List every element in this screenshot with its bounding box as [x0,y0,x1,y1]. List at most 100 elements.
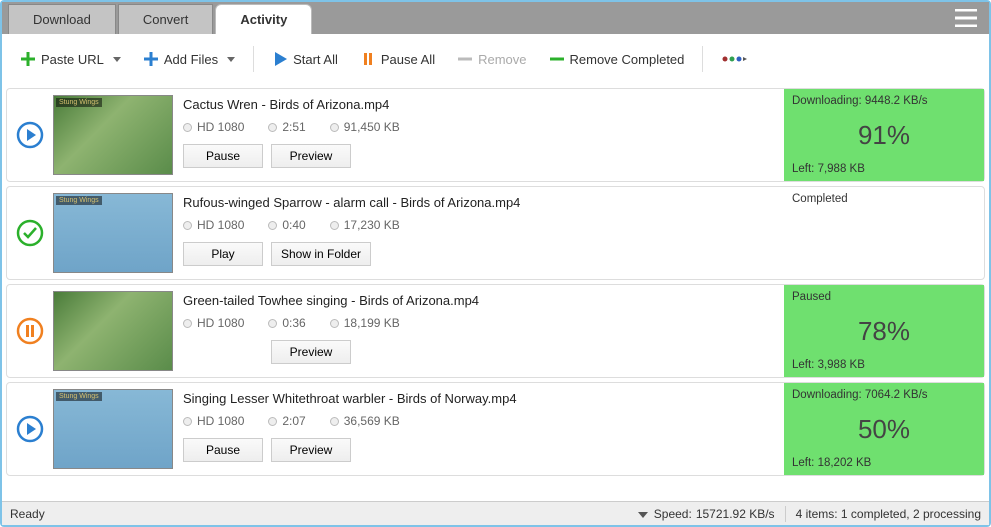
pause-icon [360,51,376,67]
chevron-down-icon [227,57,235,62]
list-item: Stung Wings Singing Lesser Whitethroat w… [6,382,985,476]
meta-duration: 2:51 [268,120,305,134]
dots-icon [721,53,749,65]
list-item: Stung Wings Rufous-winged Sparrow - alar… [6,186,985,280]
remove-button: Remove [449,48,534,71]
watermark: Stung Wings [56,196,102,205]
pause-button[interactable]: Pause [183,438,263,462]
meta-size: 36,569 KB [330,414,400,428]
item-actions: Preview [183,340,774,364]
item-actions: Pause Preview [183,144,774,168]
status-icon [7,89,53,181]
meta-size: 91,450 KB [330,120,400,134]
item-body: Singing Lesser Whitethroat warbler - Bir… [173,383,784,475]
paste-url-label: Paste URL [41,52,104,67]
pause-all-button[interactable]: Pause All [352,47,443,71]
dot-icon [330,123,339,132]
tab-convert[interactable]: Convert [118,4,214,34]
dot-icon [183,221,192,230]
item-title: Green-tailed Towhee singing - Birds of A… [183,293,774,308]
status-bar: Ready Speed: 15721.92 KB/s 4 items: 1 co… [2,501,989,525]
play-button[interactable]: Play [183,242,263,266]
separator [785,506,786,522]
thumbnail: Stung Wings [53,389,173,469]
meta-quality: HD 1080 [183,414,244,428]
separator [702,46,703,72]
separator [253,46,254,72]
down-arrow-icon [636,507,650,521]
paste-url-button[interactable]: Paste URL [12,47,129,71]
item-actions: Pause Preview [183,438,774,462]
speed-label: Speed: [654,507,692,521]
minus-icon [549,55,565,63]
status-left: Left: 18,202 KB [784,457,984,469]
status-panel: Paused 78% Left: 3,988 KB [784,285,984,377]
item-meta: HD 1080 2:51 91,450 KB [183,120,774,134]
item-body: Green-tailed Towhee singing - Birds of A… [173,285,784,377]
status-left: Left: 3,988 KB [784,359,984,371]
tab-bar: Download Convert Activity [2,2,989,34]
pause-button[interactable]: Pause [183,144,263,168]
meta-size: 17,230 KB [330,218,400,232]
item-actions: Play Show in Folder [183,242,774,266]
preview-button[interactable]: Preview [271,144,351,168]
status-top: Paused [784,291,984,303]
tab-download[interactable]: Download [8,4,116,34]
item-title: Rufous-winged Sparrow - alarm call - Bir… [183,195,774,210]
preview-button[interactable]: Preview [271,340,351,364]
item-title: Cactus Wren - Birds of Arizona.mp4 [183,97,774,112]
thumbnail: Stung Wings [53,95,173,175]
dot-icon [330,319,339,328]
meta-size: 18,199 KB [330,316,400,330]
meta-quality: HD 1080 [183,316,244,330]
download-list: Stung Wings Cactus Wren - Birds of Arizo… [2,84,989,501]
list-item: Green-tailed Towhee singing - Birds of A… [6,284,985,378]
list-item: Stung Wings Cactus Wren - Birds of Arizo… [6,88,985,182]
watermark: Stung Wings [56,98,102,107]
check-circle-icon [16,219,44,247]
tab-activity[interactable]: Activity [215,4,312,34]
start-all-label: Start All [293,52,338,67]
minus-icon [457,55,473,63]
show-in-folder-button[interactable]: Show in Folder [271,242,371,266]
dot-icon [183,123,192,132]
status-percent: 78% [784,316,984,347]
pause-all-label: Pause All [381,52,435,67]
meta-quality: HD 1080 [183,120,244,134]
preview-button[interactable]: Preview [271,438,351,462]
status-ready: Ready [10,507,45,521]
thumbnail [53,291,173,371]
remove-label: Remove [478,52,526,67]
meta-quality: HD 1080 [183,218,244,232]
meta-duration: 0:36 [268,316,305,330]
start-all-button[interactable]: Start All [264,47,346,71]
dot-icon [268,417,277,426]
remove-completed-button[interactable]: Remove Completed [541,48,693,71]
play-icon [272,51,288,67]
remove-completed-label: Remove Completed [570,52,685,67]
play-circle-icon [16,121,44,149]
speed-value: 15721.92 KB/s [696,507,775,521]
toolbar: Paste URL Add Files Start All Pause All … [2,34,989,84]
status-panel: Downloading: 9448.2 KB/s 91% Left: 7,988… [784,89,984,181]
item-meta: HD 1080 0:36 18,199 KB [183,316,774,330]
meta-duration: 2:07 [268,414,305,428]
status-top: Downloading: 9448.2 KB/s [784,95,984,107]
dot-icon [183,319,192,328]
menu-icon[interactable] [943,9,989,27]
thumbnail: Stung Wings [53,193,173,273]
item-meta: HD 1080 2:07 36,569 KB [183,414,774,428]
dot-icon [268,221,277,230]
more-button[interactable] [713,49,757,69]
meta-duration: 0:40 [268,218,305,232]
status-icon [7,383,53,475]
status-panel: Downloading: 7064.2 KB/s 50% Left: 18,20… [784,383,984,475]
plus-icon [20,51,36,67]
status-panel: Completed [784,187,984,279]
item-meta: HD 1080 0:40 17,230 KB [183,218,774,232]
status-top: Downloading: 7064.2 KB/s [784,389,984,401]
plus-icon [143,51,159,67]
item-body: Cactus Wren - Birds of Arizona.mp4 HD 10… [173,89,784,181]
add-files-button[interactable]: Add Files [135,47,243,71]
dot-icon [268,123,277,132]
